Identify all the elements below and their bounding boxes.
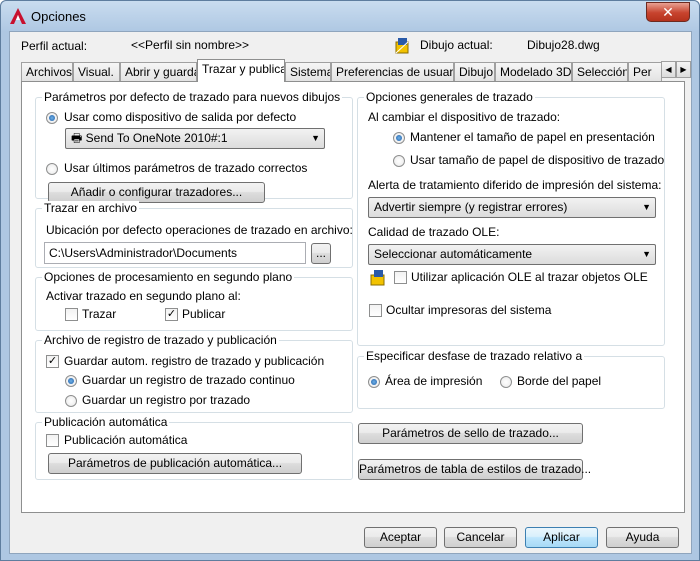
drawing-label: Dibujo actual: (420, 38, 493, 52)
tab-trazar-publicar[interactable]: Trazar y publicar (197, 59, 285, 82)
window-title: Opciones (31, 9, 86, 24)
device-value: Send To OneNote 2010#:1 (85, 131, 228, 145)
auto-save-log-label: Guardar autom. registro de trazado y pub… (64, 354, 325, 368)
use-device-label: Usar como dispositivo de salida por defe… (64, 110, 297, 124)
tab-dibujo[interactable]: Dibujo (454, 62, 495, 81)
close-button[interactable]: ✕ (646, 2, 690, 22)
tab-perfiles[interactable]: Per (628, 62, 662, 81)
publish-checkbox[interactable]: ✓ (165, 308, 178, 321)
autocad-logo-icon (10, 8, 26, 24)
location-input[interactable]: C:\Users\Administrador\Documents (44, 242, 306, 264)
dialog-client: Perfil actual: <<Perfil sin nombre>> Dib… (9, 31, 692, 554)
tab-scroll: ◀ ▶ (661, 61, 692, 79)
use-device-radio[interactable] (46, 112, 58, 124)
apply-button[interactable]: Aplicar (525, 527, 598, 548)
paper-edge-label: Borde del papel (517, 374, 602, 388)
auto-publish-group: Publicación automática Publicación autom… (35, 415, 353, 480)
tab-abrir-guardar[interactable]: Abrir y guardar (120, 62, 197, 81)
options-window: Opciones ✕ Perfil actual: <<Perfil sin n… (0, 0, 700, 561)
plot-checkbox[interactable] (65, 308, 78, 321)
ole-quality-value: Seleccionar automáticamente (374, 247, 533, 261)
device-paper-radio[interactable] (393, 155, 405, 167)
background-group: Opciones de procesamiento en segundo pla… (35, 270, 353, 331)
tab-scroll-right-icon[interactable]: ▶ (676, 61, 691, 78)
spool-alert-label: Alerta de tratamiento diferido de impres… (368, 178, 662, 192)
ole-quality-select[interactable]: Seleccionar automáticamente ▼ (368, 244, 656, 265)
tab-scroll-left-icon[interactable]: ◀ (661, 61, 676, 78)
tab-strip: Archivos Visual. Abrir y guardar Trazar … (21, 59, 692, 82)
plot-to-file-title: Trazar en archivo (42, 201, 139, 215)
tab-preferencias[interactable]: Preferencias de usuario (331, 62, 454, 81)
browse-button[interactable]: ... (311, 243, 331, 264)
auto-publish-settings-button[interactable]: Parámetros de publicación automática... (48, 453, 302, 474)
drawing-icon (395, 38, 409, 54)
per-plot-log-label: Guardar un registro por trazado (82, 393, 251, 407)
plot-to-file-group: Trazar en archivo Ubicación por defecto … (35, 201, 353, 268)
printer-icon: 🖶 (71, 131, 86, 145)
tab-modelado-3d[interactable]: Modelado 3D (495, 62, 572, 81)
cancel-button[interactable]: Cancelar (444, 527, 517, 548)
hide-printers-checkbox[interactable] (369, 304, 382, 317)
tab-visual[interactable]: Visual. (73, 62, 120, 81)
printable-area-radio[interactable] (368, 376, 380, 388)
tab-archivos[interactable]: Archivos (21, 62, 73, 81)
spool-alert-select[interactable]: Advertir siempre (y registrar errores) ▼ (368, 197, 656, 218)
spool-alert-value: Advertir siempre (y registrar errores) (374, 200, 568, 214)
auto-save-log-checkbox[interactable]: ✓ (46, 355, 59, 368)
default-params-title: Parámetros por defecto de trazado para n… (42, 90, 343, 104)
chevron-down-icon: ▼ (642, 202, 651, 212)
ole-icon (370, 270, 385, 286)
device-paper-label: Usar tamaño de papel de dispositivo de t… (410, 153, 665, 167)
paper-edge-radio[interactable] (500, 376, 512, 388)
offset-group: Especificar desfase de trazado relativo … (357, 349, 665, 409)
keep-paper-radio[interactable] (393, 132, 405, 144)
help-button[interactable]: Ayuda (606, 527, 679, 548)
tab-seleccion[interactable]: Selección (572, 62, 628, 81)
general-options-group: Opciones generales de trazado Al cambiar… (357, 90, 665, 346)
use-ole-app-label: Utilizar aplicación OLE al trazar objeto… (411, 270, 648, 284)
offset-title: Especificar desfase de trazado relativo … (364, 349, 585, 363)
default-params-group: Parámetros por defecto de trazado para n… (35, 90, 353, 203)
location-label: Ubicación por defecto operaciones de tra… (46, 223, 353, 237)
printable-area-label: Área de impresión (385, 374, 483, 388)
log-title: Archivo de registro de trazado y publica… (42, 333, 279, 347)
drawing-value: Dibujo28.dwg (527, 38, 600, 52)
ok-button[interactable]: Aceptar (364, 527, 437, 548)
log-group: Archivo de registro de trazado y publica… (35, 333, 353, 413)
plot-stamp-settings-button[interactable]: Parámetros de sello de trazado... (358, 423, 583, 444)
auto-publish-checkbox[interactable] (46, 434, 59, 447)
plot-style-table-button[interactable]: Parámetros de tabla de estilos de trazad… (358, 459, 591, 480)
hide-printers-label: Ocultar impresoras del sistema (386, 303, 552, 317)
profile-label: Perfil actual: (21, 39, 88, 53)
use-ole-app-checkbox[interactable] (394, 271, 407, 284)
auto-publish-label: Publicación automática (64, 433, 188, 447)
close-icon: ✕ (662, 4, 674, 20)
use-last-radio[interactable] (46, 163, 58, 175)
device-select[interactable]: 🖶 Send To OneNote 2010#:1 ▼ (65, 128, 325, 149)
ole-quality-label: Calidad de trazado OLE: (368, 225, 500, 239)
continuous-log-radio[interactable] (65, 375, 77, 387)
tab-panel: Parámetros por defecto de trazado para n… (21, 81, 685, 513)
chevron-down-icon: ▼ (642, 249, 651, 259)
change-device-label: Al cambiar el dispositivo de trazado: (368, 110, 561, 124)
per-plot-log-radio[interactable] (65, 395, 77, 407)
continuous-log-label: Guardar un registro de trazado continuo (82, 373, 295, 387)
profile-value: <<Perfil sin nombre>> (131, 38, 250, 52)
general-options-title: Opciones generales de trazado (364, 90, 535, 104)
publish-label: Publicar (182, 307, 226, 321)
background-enable-label: Activar trazado en segundo plano al: (46, 289, 241, 303)
use-last-label: Usar últimos parámetros de trazado corre… (64, 161, 308, 175)
tab-sistema[interactable]: Sistema (285, 62, 331, 81)
title-bar[interactable]: Opciones ✕ (1, 1, 699, 31)
keep-paper-label: Mantener el tamaño de papel en presentac… (410, 130, 655, 144)
plot-label: Trazar (82, 307, 117, 321)
auto-publish-title: Publicación automática (42, 415, 170, 429)
add-plotter-button[interactable]: Añadir o configurar trazadores... (48, 182, 265, 203)
background-title: Opciones de procesamiento en segundo pla… (42, 270, 295, 284)
chevron-down-icon: ▼ (311, 133, 320, 143)
